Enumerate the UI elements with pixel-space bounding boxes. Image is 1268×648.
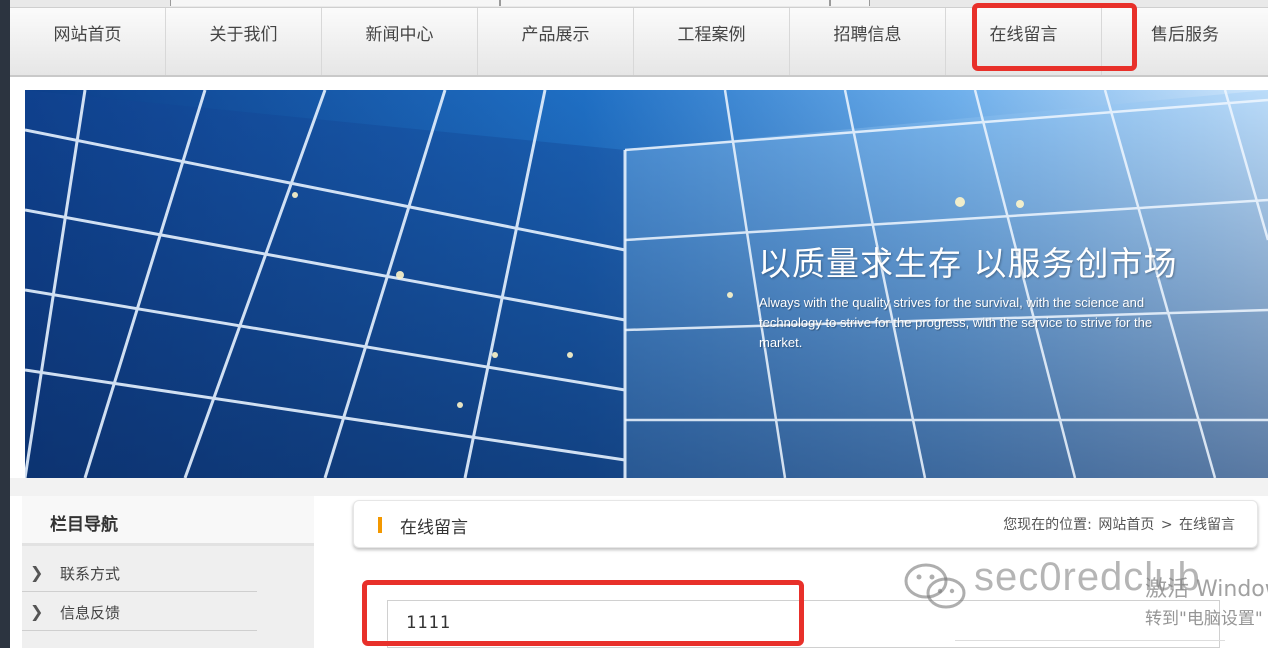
hero-banner: 以质量求生存 以服务创市场 Always with the quality st… [25, 90, 1268, 478]
sidebar-item-label: 信息反馈 [60, 604, 121, 622]
sidebar: 栏目导航 ❯ 联系方式 ❯ 信息反馈 [22, 496, 314, 648]
form-divider [955, 640, 1225, 648]
title-accent-bar [378, 517, 382, 533]
windows-activation-title: 激活 Windows [1145, 577, 1268, 602]
nav-item-products[interactable]: 产品展示 [478, 8, 634, 75]
sidebar-item-label: 联系方式 [60, 565, 121, 583]
nav-item-about[interactable]: 关于我们 [166, 8, 322, 75]
highlight-annotation-nav [972, 3, 1137, 71]
top-strip-segment [170, 0, 500, 6]
breadcrumb-current: 在线留言 [1179, 517, 1235, 533]
chevron-right-icon: ❯ [30, 602, 44, 621]
nav-item-home[interactable]: 网站首页 [10, 8, 166, 75]
nav-item-jobs[interactable]: 招聘信息 [790, 8, 946, 75]
highlight-annotation-input [362, 580, 804, 646]
breadcrumb-separator: > [1160, 517, 1173, 533]
content-top-band [10, 478, 1268, 496]
left-edge-strip [0, 0, 10, 648]
windows-activation-hint: 转到"电脑设置" [1145, 609, 1263, 629]
nav-item-cases[interactable]: 工程案例 [634, 8, 790, 75]
wechat-icon [904, 563, 966, 609]
page-title: 在线留言 [400, 518, 468, 538]
banner-slogan-english: Always with the quality strives for the … [759, 295, 1153, 350]
chevron-right-icon: ❯ [30, 563, 44, 582]
sidebar-item-feedback[interactable]: ❯ 信息反馈 [22, 593, 257, 631]
top-strip-segment [500, 0, 830, 6]
sidebar-item-contact[interactable]: ❯ 联系方式 [22, 554, 257, 592]
content-header: 在线留言 您现在的位置: 网站首页 > 在线留言 [353, 500, 1258, 548]
banner-slogan: 以质量求生存 以服务创市场 [758, 244, 1178, 283]
nav-item-news[interactable]: 新闻中心 [322, 8, 478, 75]
breadcrumb: 您现在的位置: 网站首页 > 在线留言 [1001, 514, 1235, 534]
top-strip-segment [830, 0, 870, 6]
breadcrumb-prefix: 您现在的位置: [1003, 517, 1092, 533]
breadcrumb-home-link[interactable]: 网站首页 [1098, 517, 1154, 533]
sidebar-title: 栏目导航 [22, 496, 314, 546]
